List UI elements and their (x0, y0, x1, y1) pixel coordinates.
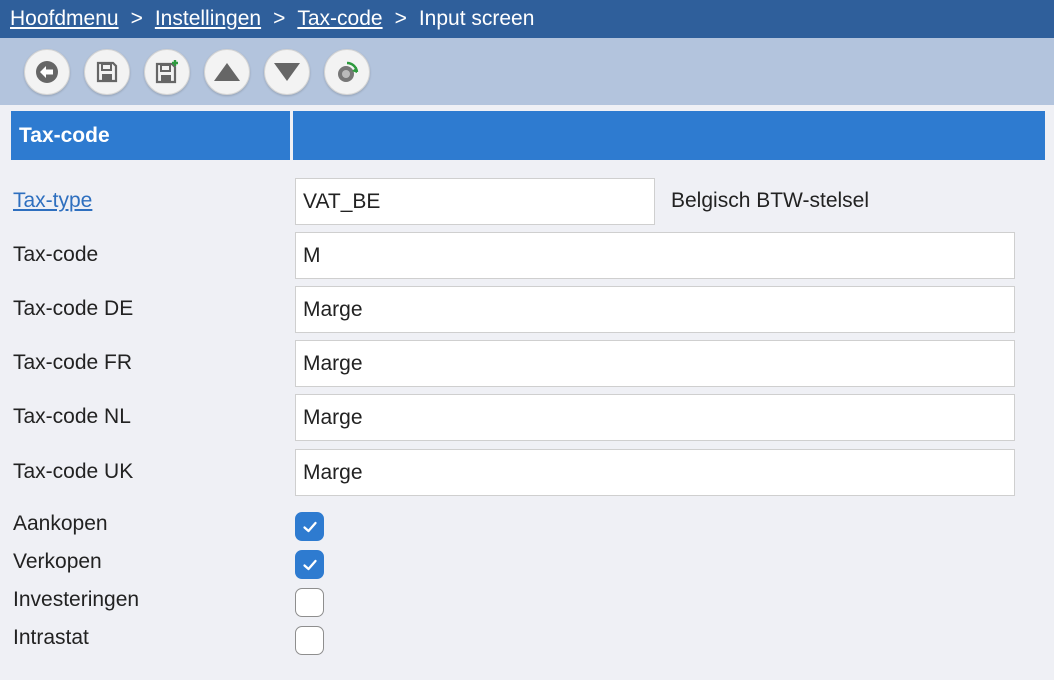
tax-code-de-input[interactable]: Marge (295, 286, 1015, 333)
intrastat-label: Intrastat (13, 626, 89, 649)
breadcrumb-separator: > (394, 7, 407, 30)
investeringen-label: Investeringen (13, 588, 140, 611)
tax-code-de-label: Tax-code DE (13, 297, 134, 320)
back-button[interactable] (24, 48, 70, 95)
tax-code-input[interactable]: M (295, 232, 1015, 279)
tax-type-link[interactable]: Tax-type (13, 189, 92, 213)
refresh-button[interactable] (324, 48, 370, 95)
tax-code-uk-label: Tax-code UK (13, 460, 134, 483)
tax-code-fr-label: Tax-code FR (13, 351, 133, 374)
back-arrow-icon (36, 60, 58, 83)
tax-code-uk-input[interactable]: Marge (295, 449, 1015, 496)
checkmark-icon (302, 559, 317, 570)
tax-type-input[interactable]: VAT_BE (295, 178, 655, 225)
verkopen-label: Verkopen (13, 550, 102, 573)
move-up-button[interactable] (204, 48, 250, 95)
toolbar (0, 38, 1054, 105)
move-down-icon (274, 62, 300, 81)
tax-code-label: Tax-code (13, 243, 99, 266)
breadcrumb-link-hoofdmenu[interactable]: Hoofdmenu (10, 7, 119, 31)
breadcrumb-link-tax-code[interactable]: Tax-code (297, 7, 382, 31)
breadcrumb-separator: > (130, 7, 143, 30)
aankopen-label: Aankopen (13, 512, 108, 535)
section-title: Tax-code (19, 123, 110, 147)
move-down-button[interactable] (264, 48, 310, 95)
tax-code-nl-input[interactable]: Marge (295, 394, 1015, 441)
save-icon (96, 61, 118, 82)
aankopen-checkbox[interactable] (295, 512, 324, 541)
breadcrumb: Hoofdmenu > Instellingen > Tax-code > In… (0, 0, 1054, 38)
section-header: Tax-code (11, 111, 290, 160)
save-new-button[interactable] (144, 48, 190, 95)
refresh-icon (338, 61, 359, 82)
breadcrumb-separator: > (273, 7, 286, 30)
save-button[interactable] (84, 48, 130, 95)
checkmark-icon (302, 521, 317, 532)
tax-code-nl-label: Tax-code NL (13, 405, 131, 428)
section-header-right (293, 111, 1045, 160)
breadcrumb-link-instellingen[interactable]: Instellingen (155, 7, 261, 31)
verkopen-checkbox[interactable] (295, 550, 324, 579)
intrastat-checkbox[interactable] (295, 626, 324, 655)
investeringen-checkbox[interactable] (295, 588, 324, 617)
breadcrumb-current: Input screen (418, 7, 535, 30)
tax-type-description: Belgisch BTW-stelsel (671, 189, 870, 212)
move-up-icon (214, 62, 240, 81)
tax-code-fr-input[interactable]: Marge (295, 340, 1015, 387)
save-new-icon (155, 59, 178, 83)
